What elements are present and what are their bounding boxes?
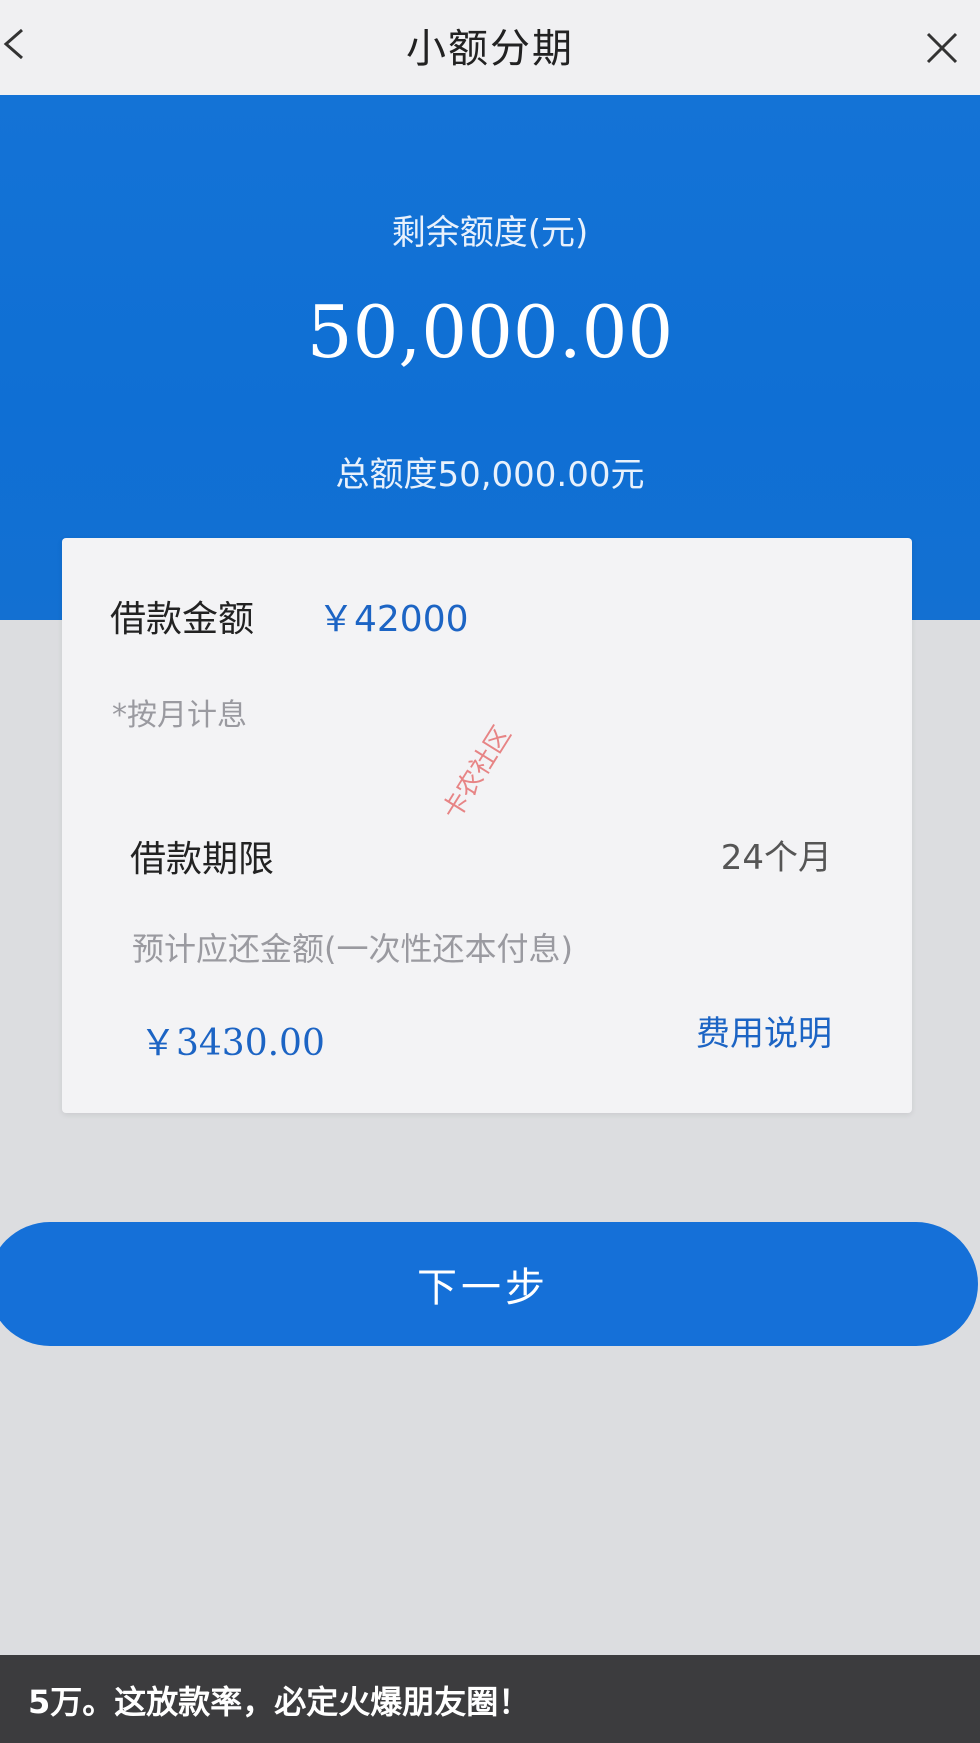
estimated-repayment-label: 预计应还金额(一次性还本付息) — [132, 930, 573, 968]
fee-description-link[interactable]: 费用说明 — [696, 1006, 832, 1055]
loan-details-card: 借款金额 ￥42000 *按月计息 借款期限 24个月 预计应还金额(一次性还本… — [62, 538, 912, 1113]
remaining-credit-amount: 50,000.00 — [306, 290, 674, 374]
loan-term-selector[interactable]: 24个月 — [721, 830, 832, 879]
caption-bar: 5万。这放款率，必定火爆朋友圈！ — [0, 1655, 980, 1743]
remaining-credit-label: 剩余额度(元) — [391, 213, 589, 253]
next-step-button[interactable]: 下一步 — [0, 1222, 978, 1346]
estimated-repayment-amount: ￥3430.00 — [140, 1023, 325, 1064]
watermark: 卡农社区 — [437, 720, 518, 826]
loan-amount-input[interactable]: ￥42000 — [318, 590, 469, 642]
interest-note: *按月计息 — [112, 698, 247, 733]
page-title: 小额分期 — [406, 26, 574, 72]
loan-amount-label: 借款金额 — [110, 599, 255, 640]
caption-text: 5万。这放款率，必定火爆朋友圈！ — [28, 1683, 531, 1721]
title-bar: 小额分期 — [0, 0, 980, 96]
total-credit-text: 总额度50,000.00元 — [335, 455, 645, 495]
loan-term-label: 借款期限 — [130, 839, 275, 880]
close-icon[interactable] — [922, 28, 962, 68]
